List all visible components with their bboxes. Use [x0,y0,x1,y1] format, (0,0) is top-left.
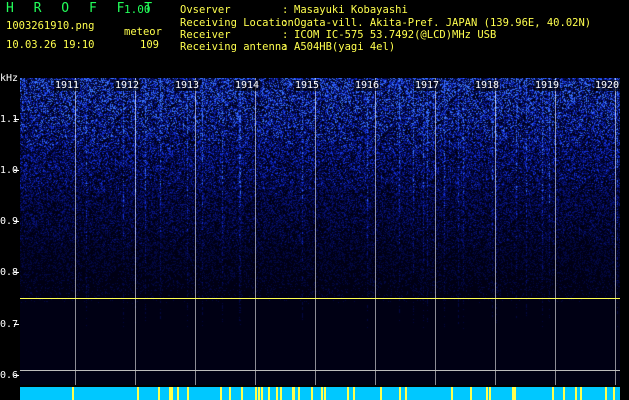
app-version: 1.00 [124,3,151,16]
y-tick [14,118,19,120]
bar-speckle [324,387,326,400]
bar-speckle [255,387,257,400]
time-mark [375,78,376,385]
time-label: 1918 [474,80,501,91]
info-label-antenna: Receiving antenna [180,41,288,53]
bar-speckle [347,387,349,400]
time-label: 1916 [354,80,381,91]
y-tick [14,170,19,172]
bar-speckle [512,387,514,400]
bar-speckle [405,387,407,400]
bar-speckle [486,387,488,400]
filename: 1003261910.png [6,20,95,32]
bar-speckle [298,387,300,400]
bar-speckle [552,387,554,400]
spectrogram: 1911 1912 1913 1914 1915 1916 1917 1918 1919 1920 [20,78,620,385]
bar-speckle [292,387,294,400]
info-separator: : [282,4,289,16]
time-label: 1911 [54,80,81,91]
bar-speckle [321,387,323,400]
mode-label: meteor [124,26,162,38]
bar-speckle [241,387,243,400]
bar-speckle [605,387,607,400]
bar-speckle [72,387,74,400]
spectrogram-noise [20,78,620,385]
bar-speckle [575,387,577,400]
time-mark [195,78,196,385]
bar-speckle [580,387,582,400]
bar-speckle [258,387,260,400]
time-mark [75,78,76,385]
bar-speckle [268,387,270,400]
time-mark [135,78,136,385]
y-tick [14,272,19,274]
signal-level-bar [20,387,620,400]
bar-speckle [380,387,382,400]
time-mark [255,78,256,385]
datetime: 10.03.26 19:10 [6,39,95,51]
bar-speckle [451,387,453,400]
bar-speckle [470,387,472,400]
bar-speckle [399,387,401,400]
y-tick [14,374,19,376]
time-label: 1920 [594,80,620,91]
bar-speckle [280,387,282,400]
bar-speckle [261,387,263,400]
bar-speckle [170,387,172,400]
time-mark [435,78,436,385]
bar-speckle [311,387,313,400]
y-tick [14,323,19,325]
bar-speckle [177,387,179,400]
header-panel: H R O F F T 1.00 1003261910.png 10.03.26… [0,0,629,76]
time-label: 1913 [174,80,201,91]
time-label: 1914 [234,80,261,91]
bar-speckle [229,387,231,400]
info-value-observer: Masayuki Kobayashi [294,4,408,16]
bar-speckle [187,387,189,400]
time-mark [495,78,496,385]
bar-speckle [353,387,355,400]
time-label: 1917 [414,80,441,91]
time-mark [615,78,616,385]
info-separator: : [282,41,289,53]
info-label-observer: Ovserver [180,4,231,16]
echo-count: 109 [140,39,159,51]
time-label: 1919 [534,80,561,91]
time-mark [315,78,316,385]
reference-line [20,370,620,371]
info-value-antenna: A504HB(yagi 4el) [294,41,396,53]
y-tick [14,221,19,223]
bar-speckle [563,387,565,400]
bar-speckle [220,387,222,400]
time-mark [555,78,556,385]
bar-speckle [613,387,615,400]
time-label: 1915 [294,80,321,91]
bar-speckle [514,387,516,400]
bar-speckle [489,387,491,400]
bar-speckle [158,387,160,400]
y-axis-label: kHz [0,73,19,84]
carrier-line [20,298,620,300]
bar-speckle [137,387,139,400]
time-label: 1912 [114,80,141,91]
bar-speckle [276,387,278,400]
